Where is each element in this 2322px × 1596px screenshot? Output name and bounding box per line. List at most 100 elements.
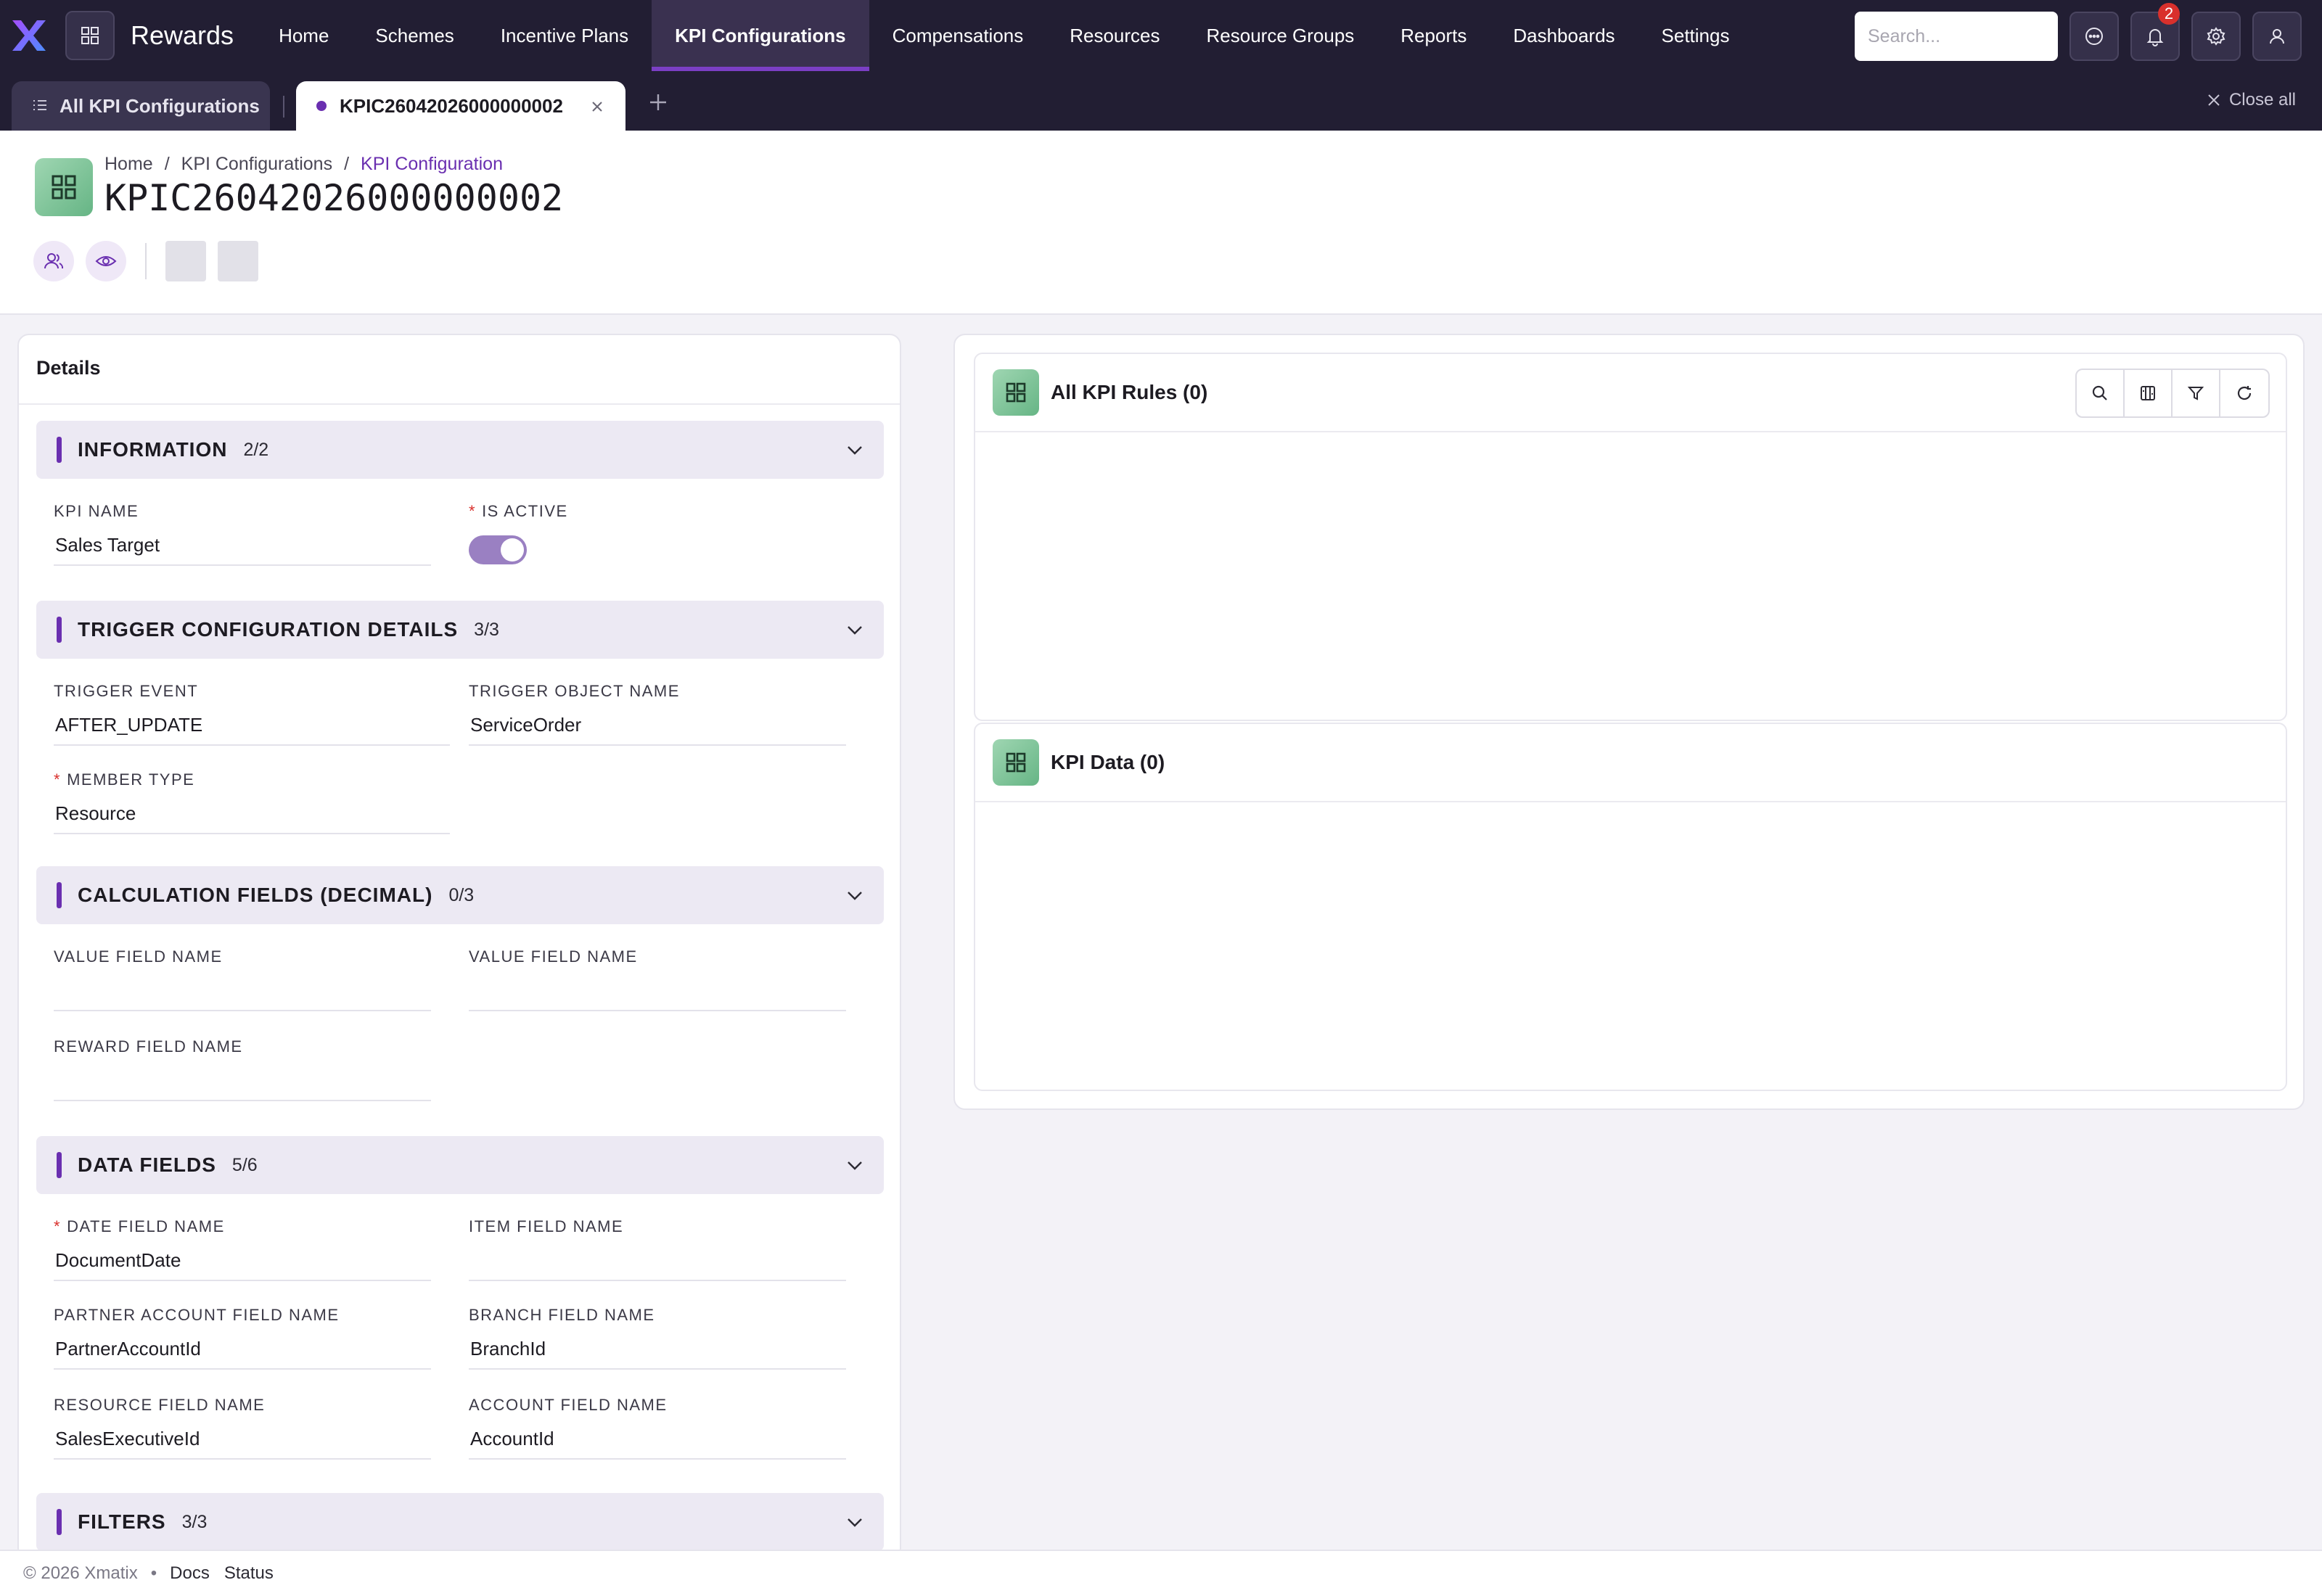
member-type-select[interactable]: Resource [54,802,450,834]
kpi-name-input[interactable]: Sales Target [54,534,431,566]
nav-item-incentive-plans[interactable]: Incentive Plans [477,0,652,71]
tab-bar: All KPI Configurations KPIC2604202600000… [0,71,2322,131]
tab-label: All KPI Configurations [60,94,260,117]
section-accent-bar [57,617,62,643]
nav-item-resources[interactable]: Resources [1046,0,1183,71]
field-trigger-event: TRIGGER EVENT AFTER_UPDATE [54,682,450,746]
nav-item-dashboards[interactable]: Dashboards [1490,0,1638,71]
field-value-field-name-1: VALUE FIELD NAME [54,947,431,1011]
field-value-field-name-2: VALUE FIELD NAME [469,947,846,1011]
chevron-down-icon [845,885,865,909]
kpi-data-card: KPI Data (0) [974,723,2287,1091]
nav-item-settings[interactable]: Settings [1638,0,1753,71]
section-accent-bar [57,1509,62,1535]
close-all-button[interactable]: Close all [2206,90,2296,110]
filter-icon[interactable] [2173,370,2220,416]
reward-field-name-input[interactable] [54,1069,431,1101]
required-marker: * [54,1217,62,1235]
field-label: * IS ACTIVE [469,502,846,521]
section-title: INFORMATION [78,438,228,461]
section-title: FILTERS [78,1510,166,1533]
field-label: TRIGGER OBJECT NAME [469,682,680,700]
section-data-fields[interactable]: DATA FIELDS 5/6 [36,1136,884,1194]
section-trigger-configuration[interactable]: TRIGGER CONFIGURATION DETAILS 3/3 [36,601,884,659]
required-marker: * [469,502,477,520]
breadcrumb: Home / KPI Configurations / KPI Configur… [104,154,503,175]
item-field-name-input[interactable] [469,1249,846,1281]
top-right-tools: 2 [1855,3,2302,61]
nav-item-kpi-configurations[interactable]: KPI Configurations [652,0,870,71]
field-item-field-name: ITEM FIELD NAME [469,1217,846,1281]
tab-current-record[interactable]: KPIC26042026000000002 [296,81,625,131]
eye-icon[interactable] [86,241,126,281]
columns-icon[interactable] [2125,370,2173,416]
related-lists-panel: All KPI Rules (0) KPI Data (0) [953,334,2305,1110]
user-icon[interactable] [2252,12,2302,61]
trigger-event-select[interactable]: AFTER_UPDATE [54,714,450,746]
field-label: TRIGGER EVENT [54,682,199,700]
main-nav: Home Schemes Incentive Plans KPI Configu… [255,0,1752,71]
section-information[interactable]: INFORMATION 2/2 [36,421,884,479]
footer: © 2026 Xmatix • Docs Status [0,1550,2322,1596]
close-icon[interactable] [589,97,605,120]
date-field-name-input[interactable]: DocumentDate [54,1249,431,1281]
section-accent-bar [57,437,62,463]
is-active-toggle[interactable] [469,535,527,564]
breadcrumb-kpi-configurations[interactable]: KPI Configurations [181,154,332,175]
nav-item-schemes[interactable]: Schemes [352,0,477,71]
trigger-object-name-input[interactable]: ServiceOrder [469,714,846,746]
plus-icon[interactable] [647,91,669,117]
field-trigger-object-name: TRIGGER OBJECT NAME ServiceOrder [469,682,846,746]
notifications-button[interactable]: 2 [2130,3,2180,61]
app-title: Rewards [131,20,234,50]
branch-field-name-input[interactable]: BranchId [469,1338,846,1370]
apps-grid-icon[interactable] [65,11,115,60]
grid-icon [993,369,1039,416]
gear-icon[interactable] [2191,12,2241,61]
account-field-name-input[interactable]: AccountId [469,1428,846,1460]
tab-label: KPIC26042026000000002 [340,94,563,117]
action-placeholder-button[interactable] [165,241,206,281]
field-kpi-name: KPI NAME Sales Target [54,502,431,566]
close-all-label: Close all [2228,90,2296,110]
card-header: All KPI Rules (0) [975,354,2286,432]
footer-docs-link[interactable]: Docs [170,1563,210,1584]
section-accent-bar [57,882,62,908]
section-count: 0/3 [448,884,475,905]
footer-bullet: • [150,1563,157,1583]
section-calculation-fields[interactable]: CALCULATION FIELDS (DECIMAL) 0/3 [36,866,884,924]
bell-icon [2146,29,2164,46]
card-toolbar [2075,369,2270,418]
resource-field-name-input[interactable]: SalesExecutiveId [54,1428,431,1460]
nav-item-resource-groups[interactable]: Resource Groups [1183,0,1378,71]
field-label: VALUE FIELD NAME [54,947,223,966]
tab-all-kpi-configurations[interactable]: All KPI Configurations [12,81,270,131]
record-actions [33,241,258,281]
nav-item-reports[interactable]: Reports [1377,0,1490,71]
search-icon[interactable] [2077,370,2125,416]
field-label: PARTNER ACCOUNT FIELD NAME [54,1306,340,1324]
section-filters[interactable]: FILTERS 3/3 [36,1493,884,1551]
chat-icon[interactable] [2069,12,2119,61]
users-icon[interactable] [33,241,74,281]
copyright-text: © 2026 Xmatix [23,1563,138,1583]
partner-account-field-name-input[interactable]: PartnerAccountId [54,1338,431,1370]
value-field-name-input[interactable] [469,979,846,1011]
unsaved-dot-icon [316,101,327,111]
chevron-down-icon [845,620,865,643]
x-logo-icon[interactable] [9,15,49,56]
nav-item-compensations[interactable]: Compensations [869,0,1047,71]
field-label: RESOURCE FIELD NAME [54,1396,266,1414]
grid-icon [993,739,1039,786]
breadcrumb-home[interactable]: Home [104,154,153,175]
field-account-field-name: ACCOUNT FIELD NAME AccountId [469,1396,846,1460]
value-field-name-input[interactable] [54,979,431,1011]
actions-divider [145,243,147,279]
action-placeholder-button[interactable] [218,241,258,281]
refresh-icon[interactable] [2220,370,2268,416]
search-input[interactable] [1855,12,2058,61]
details-panel: Details INFORMATION 2/2 KPI NAME Sales T… [17,334,901,1560]
notification-badge: 2 [2158,3,2180,25]
footer-status-link[interactable]: Status [224,1563,274,1584]
nav-item-home[interactable]: Home [255,0,352,71]
